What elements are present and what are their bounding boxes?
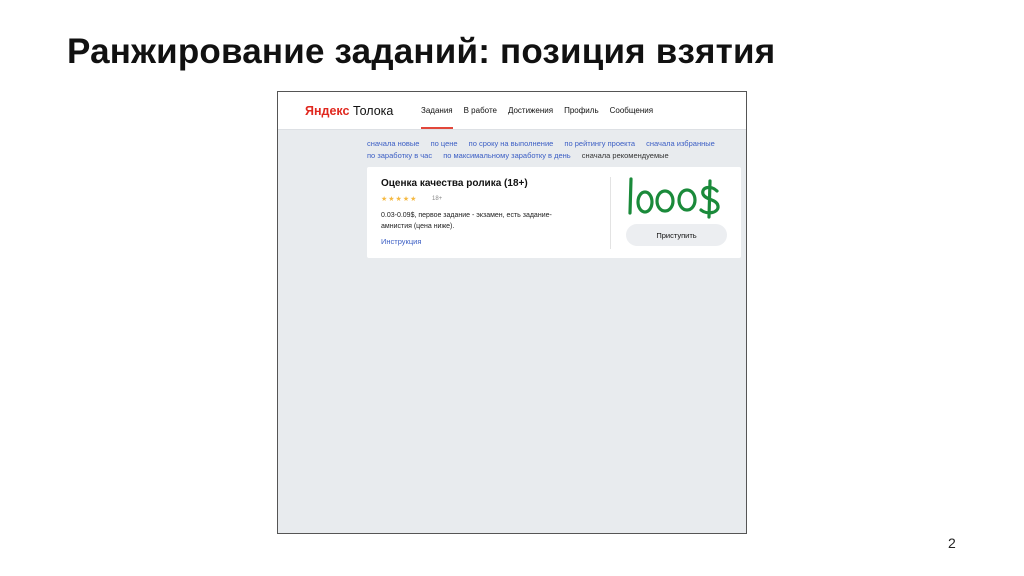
- logo-product: Толока: [352, 104, 394, 118]
- task-card[interactable]: Оценка качества ролика (18+) ★★★★★ 18+ 0…: [367, 167, 741, 258]
- sort-current-recommended: сначала рекомендуемые: [581, 151, 669, 160]
- nav-tab-tasks[interactable]: Задания: [421, 92, 453, 129]
- top-navigation-bar: Яндекс Толока Задания В работе Достижени…: [278, 92, 746, 130]
- slide-title: Ранжирование заданий: позиция взятия: [67, 32, 776, 71]
- task-description: 0.03-0.09$, первое задание - экзамен, ес…: [381, 212, 552, 230]
- logo-brand: Яндекс: [305, 104, 350, 118]
- card-divider: [610, 177, 611, 249]
- nav-tab-achievements[interactable]: Достижения: [508, 92, 553, 129]
- age-restriction-badge: 18+: [432, 196, 443, 202]
- nav-tab-in-progress[interactable]: В работе: [464, 92, 497, 129]
- sort-options: сначала новые по цене по сроку на выполн…: [367, 138, 727, 162]
- sort-by-max-daily-earnings[interactable]: по максимальному заработку в день: [443, 151, 571, 160]
- sort-favorites[interactable]: сначала избранные: [646, 139, 715, 148]
- nav-tab-messages[interactable]: Сообщения: [610, 92, 653, 129]
- yandex-toloka-logo[interactable]: Яндекс Толока: [305, 104, 393, 118]
- toloka-screenshot: Яндекс Толока Задания В работе Достижени…: [277, 91, 747, 534]
- main-nav: Задания В работе Достижения Профиль Сооб…: [421, 92, 664, 129]
- task-title: Оценка качества ролика (18+): [381, 178, 528, 189]
- slide-page-number: 2: [948, 535, 956, 551]
- sort-by-deadline[interactable]: по сроку на выполнение: [469, 139, 554, 148]
- star-rating-icon: ★★★★★: [381, 196, 418, 203]
- sort-by-project-rating[interactable]: по рейтингу проекта: [564, 139, 635, 148]
- nav-tab-profile[interactable]: Профиль: [564, 92, 599, 129]
- instruction-link[interactable]: Инструкция: [381, 237, 421, 246]
- start-task-button[interactable]: Приступить: [626, 224, 727, 246]
- handwritten-1000-dollar-annotation: [628, 177, 720, 219]
- sort-by-hourly-earnings[interactable]: по заработку в час: [367, 151, 432, 160]
- sort-newest[interactable]: сначала новые: [367, 139, 419, 148]
- sort-by-price[interactable]: по цене: [431, 139, 458, 148]
